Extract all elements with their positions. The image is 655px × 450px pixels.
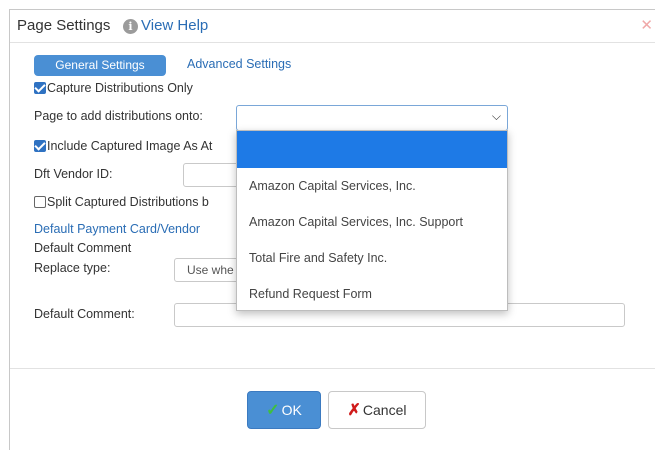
dropdown-option[interactable]: Amazon Capital Services, Inc. <box>237 168 507 204</box>
dropdown-option-blank[interactable] <box>237 131 507 168</box>
dropdown-option[interactable]: Total Fire and Safety Inc. <box>237 240 507 276</box>
x-mark-icon: ✗ <box>347 402 361 419</box>
page-settings-dialog: Page Settings i View Help ✕ General Sett… <box>9 9 655 450</box>
close-icon[interactable]: ✕ <box>640 16 653 34</box>
page-select-dropdown: Amazon Capital Services, Inc. Amazon Cap… <box>236 130 508 311</box>
page-select-label: Page to add distributions onto: <box>34 109 203 123</box>
dialog-titlebar: Page Settings i View Help ✕ <box>10 10 655 43</box>
dialog-title: Page Settings <box>17 17 111 34</box>
tab-advanced-settings[interactable]: Advanced Settings <box>187 57 291 71</box>
split-label: Split Captured Distributions b <box>47 195 209 209</box>
chevron-down-icon: ⌵ <box>491 109 501 123</box>
include-image-label: Include Captured Image As At <box>47 139 213 153</box>
capture-only-label: Capture Distributions Only <box>47 81 193 95</box>
ok-button[interactable]: ✓ OK <box>247 391 321 429</box>
vendor-id-label: Dft Vendor ID: <box>34 167 113 181</box>
split-checkbox[interactable] <box>34 196 46 208</box>
checkmark-icon: ✓ <box>266 402 280 419</box>
replace-type-select[interactable]: Use whe <box>174 258 242 282</box>
default-comment-header: Default Comment <box>34 241 132 255</box>
cancel-button-label: Cancel <box>362 402 407 418</box>
footer-divider <box>10 368 655 369</box>
ok-button-label: OK <box>281 402 302 418</box>
page-select[interactable]: ⌵ <box>236 105 508 131</box>
info-circle-icon[interactable]: i <box>123 19 138 34</box>
include-image-checkbox[interactable] <box>34 140 46 152</box>
default-comment-label: Default Comment: <box>34 307 135 321</box>
default-payment-link[interactable]: Default Payment Card/Vendor <box>34 222 200 236</box>
vendor-id-input[interactable] <box>183 163 243 187</box>
dropdown-option[interactable]: Refund Request Form <box>237 276 507 312</box>
dropdown-option[interactable]: Amazon Capital Services, Inc. Support <box>237 204 507 240</box>
capture-only-checkbox[interactable] <box>34 82 46 94</box>
tab-general-settings[interactable]: General Settings <box>34 55 166 76</box>
cancel-button[interactable]: ✗ Cancel <box>328 391 426 429</box>
view-help-link[interactable]: View Help <box>141 17 208 34</box>
replace-type-label: Replace type: <box>34 261 111 275</box>
